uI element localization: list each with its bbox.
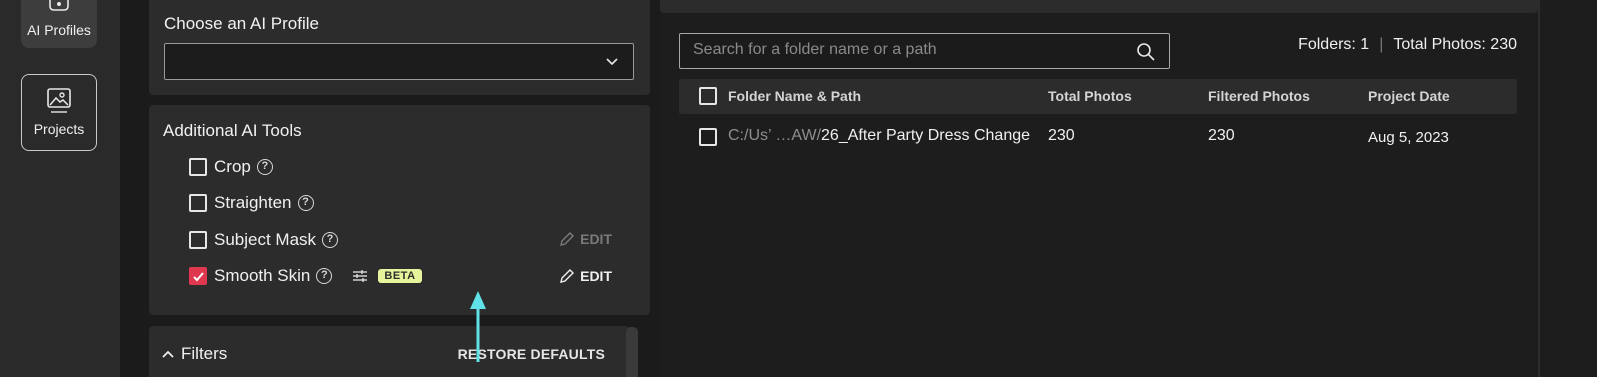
subject-mask-edit-label: EDIT (580, 231, 612, 247)
rail-ai-profiles-label: AI Profiles (27, 22, 91, 38)
table-row[interactable]: C:/Us’ …AW/26_After Party Dress Change 2… (679, 122, 1517, 154)
rail-projects-label: Projects (33, 121, 85, 137)
folder-name: 26_After Party Dress Change (821, 127, 1031, 144)
select-all-checkbox[interactable] (699, 87, 717, 105)
tool-subject-mask: Subject Mask ? (189, 228, 339, 252)
chevron-down-icon (606, 58, 618, 66)
col-project-date[interactable]: Project Date (1368, 88, 1450, 104)
folder-path: C:/Us’ …AW/26_After Party Dress Change (728, 127, 1030, 145)
row-checkbox[interactable] (699, 128, 717, 146)
search-icon[interactable] (1136, 42, 1156, 62)
search-input[interactable] (693, 41, 1113, 59)
ai-profile-card: Choose an AI Profile (149, 0, 650, 95)
chevron-up-icon (162, 350, 174, 358)
tool-straighten-label: Straighten (214, 193, 292, 212)
help-icon[interactable]: ? (256, 159, 273, 175)
smooth-skin-edit-label: EDIT (580, 268, 612, 284)
col-folder-name[interactable]: Folder Name & Path (728, 88, 861, 104)
col-filtered-photos[interactable]: Filtered Photos (1208, 88, 1310, 104)
straighten-checkbox[interactable] (189, 194, 207, 212)
ai-tools-title: Additional AI Tools (163, 121, 302, 140)
top-bar (660, 0, 1538, 13)
settings-panel: Choose an AI Profile Additional AI Tools… (121, 0, 660, 377)
pointer-arrow-icon (470, 291, 486, 362)
col-total-photos[interactable]: Total Photos (1048, 88, 1132, 104)
help-icon[interactable]: ? (316, 268, 333, 284)
panel-divider (1538, 0, 1540, 377)
subject-mask-checkbox[interactable] (189, 231, 207, 249)
pencil-icon (560, 269, 575, 283)
checkmark-icon (193, 272, 204, 282)
smooth-skin-checkbox[interactable] (189, 267, 207, 285)
pencil-icon (560, 232, 575, 246)
left-rail: AI Profiles Projects (0, 0, 121, 377)
row-filtered-photos: 230 (1208, 127, 1235, 144)
subject-mask-edit-button[interactable]: EDIT (559, 231, 612, 247)
panel-scrollbar[interactable] (626, 327, 638, 377)
smooth-skin-edit-button[interactable]: EDIT (559, 268, 612, 284)
stats-separator: | (1379, 36, 1384, 53)
folder-stats: Folders: 1 | Total Photos: 230 (1298, 36, 1517, 54)
rail-projects[interactable]: Projects (21, 74, 97, 151)
settings-sliders-icon[interactable] (352, 268, 368, 284)
ai-tools-card: Additional AI Tools Crop ? Straighten ? … (149, 105, 650, 315)
folders-panel: Folders: 1 | Total Photos: 230 Folder Na… (660, 0, 1597, 377)
filters-toggle[interactable]: Filters (161, 344, 227, 364)
tool-crop: Crop ? (189, 155, 273, 179)
ai-profile-select[interactable] (164, 43, 634, 80)
folder-path-prefix: C:/Us’ …AW/ (728, 127, 822, 144)
rail-ai-profiles[interactable]: AI Profiles (21, 0, 97, 48)
beta-badge: BETA (378, 269, 422, 283)
filters-label: Filters (181, 344, 228, 363)
ai-profile-icon (49, 0, 69, 11)
folder-search (679, 33, 1170, 69)
folders-count: Folders: 1 (1298, 36, 1370, 53)
filters-card: Filters RESTORE DEFAULTS (149, 326, 629, 377)
crop-checkbox[interactable] (189, 158, 207, 176)
tool-smooth-skin-label: Smooth Skin (214, 266, 311, 285)
tool-straighten: Straighten ? (189, 191, 314, 215)
row-project-date: Aug 5, 2023 (1368, 129, 1449, 146)
help-icon[interactable]: ? (297, 195, 314, 211)
help-icon[interactable]: ? (322, 232, 339, 248)
app-window: AI Profiles Projects Choose an AI Profil… (0, 0, 1597, 377)
row-total-photos: 230 (1048, 127, 1075, 144)
ai-profile-label: Choose an AI Profile (164, 14, 319, 33)
projects-icon (47, 88, 71, 113)
tool-crop-label: Crop (214, 157, 251, 176)
tool-smooth-skin: Smooth Skin ? BETA (189, 264, 422, 288)
tool-subject-mask-label: Subject Mask (214, 230, 317, 249)
total-photos-count: Total Photos: 230 (1393, 36, 1517, 53)
table-header: Folder Name & Path Total Photos Filtered… (679, 79, 1517, 114)
